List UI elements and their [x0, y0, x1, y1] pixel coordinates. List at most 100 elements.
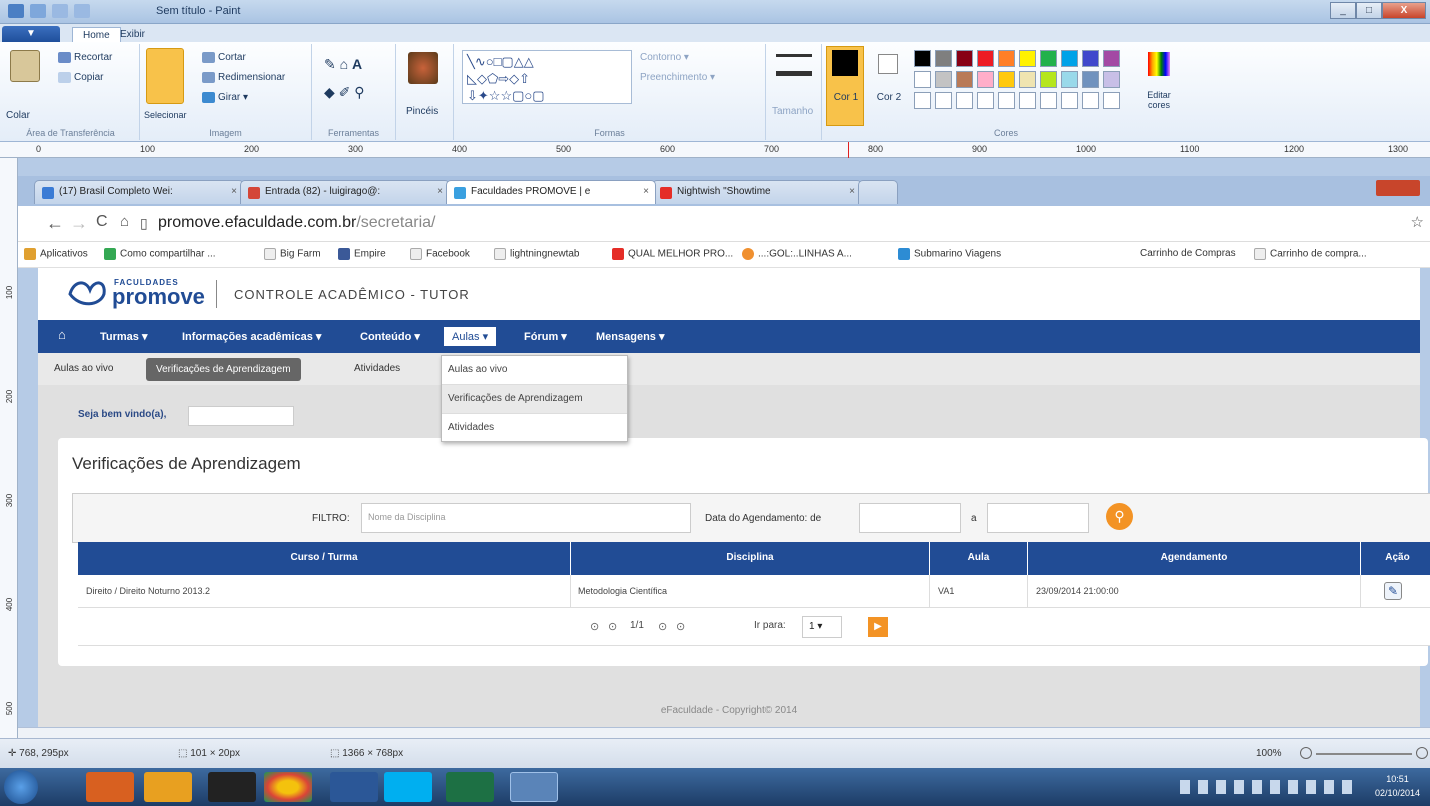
custom-color-swatch[interactable] [1019, 92, 1036, 109]
bookmark-item[interactable]: QUAL MELHOR PRO... [612, 248, 733, 260]
promove-logo[interactable]: FACULDADES promove [68, 278, 206, 310]
zoom-slider[interactable] [1316, 753, 1412, 755]
minimize-button[interactable]: _ [1330, 2, 1356, 19]
tab-close-icon[interactable]: × [643, 186, 649, 197]
excel-icon[interactable] [446, 772, 494, 802]
browser-tab-active[interactable]: Faculdades PROMOVE | e × [446, 180, 656, 204]
bookmark-item[interactable]: Big Farm [264, 248, 321, 260]
tab-close-icon[interactable]: × [231, 186, 237, 197]
palette-color-swatch[interactable] [977, 50, 994, 67]
start-button[interactable] [4, 770, 38, 804]
subnav-verificacoes[interactable]: Verificações de Aprendizagem [146, 358, 301, 381]
custom-color-swatch[interactable] [1082, 92, 1099, 109]
bookmark-star-icon[interactable]: ☆ [1411, 213, 1424, 231]
select-button[interactable] [146, 48, 184, 104]
date-from-input[interactable] [859, 503, 961, 533]
last-page-icon[interactable]: ⊙ [676, 620, 685, 633]
bookmark-item[interactable]: lightningnewtab [494, 248, 580, 260]
file-menu-button[interactable]: ▼ [2, 26, 60, 42]
bookmark-item[interactable]: Empire [338, 248, 386, 260]
palette-color-swatch[interactable] [998, 71, 1015, 88]
nav-forum[interactable]: Fórum ▾ [524, 330, 567, 343]
back-icon[interactable]: ← [46, 213, 64, 234]
palette-color-swatch[interactable] [1019, 50, 1036, 67]
custom-color-swatch[interactable] [1040, 92, 1057, 109]
palette-color-swatch[interactable] [1061, 50, 1078, 67]
edit-icon[interactable]: ✎ [1384, 582, 1402, 600]
tab-close-icon[interactable]: × [849, 186, 855, 197]
eraser-icon[interactable]: ◆ ✐ ⚲ [324, 84, 365, 101]
save-icon[interactable] [30, 4, 46, 18]
horizontal-scrollbar[interactable] [18, 727, 1430, 738]
new-tab-button[interactable] [858, 180, 898, 204]
palette-color-swatch[interactable] [1061, 71, 1078, 88]
outline-button[interactable]: Contorno ▾ [640, 52, 689, 63]
nav-mensagens[interactable]: Mensagens ▾ [596, 330, 665, 343]
paste-icon[interactable] [10, 50, 40, 82]
word-icon[interactable] [330, 772, 378, 802]
copy-button[interactable]: Copiar [58, 72, 103, 83]
nav-informacoes[interactable]: Informações acadêmicas ▾ [182, 330, 321, 343]
maximize-button[interactable]: □ [1356, 2, 1382, 19]
paint-app-icon[interactable] [8, 4, 24, 18]
palette-color-swatch[interactable] [956, 71, 973, 88]
palette-color-swatch[interactable] [1040, 71, 1057, 88]
palette-color-swatch[interactable] [977, 71, 994, 88]
palette-color-swatch[interactable] [914, 50, 931, 67]
browser-tab[interactable]: (17) Brasil Completo Wei: × [34, 180, 244, 204]
page-select[interactable]: 1 ▾ [802, 616, 842, 638]
custom-color-swatch[interactable] [1103, 92, 1120, 109]
date-to-input[interactable] [987, 503, 1089, 533]
home-icon[interactable]: ⌂ [120, 213, 129, 230]
custom-color-swatch[interactable] [956, 92, 973, 109]
outlook-icon[interactable] [144, 772, 192, 802]
palette-color-swatch[interactable] [1019, 71, 1036, 88]
tab-close-icon[interactable]: × [437, 186, 443, 197]
tray-icons[interactable] [1180, 780, 1360, 794]
bookmark-item[interactable]: Submarino Viagens [898, 248, 1001, 260]
nav-turmas[interactable]: Turmas ▾ [100, 330, 148, 343]
address-bar[interactable]: promove.efaculdade.com.br/secretaria/ [158, 214, 435, 232]
resize-button[interactable]: Redimensionar [202, 72, 285, 83]
redo-icon[interactable] [74, 4, 90, 18]
tab-view[interactable]: Exibir [110, 27, 155, 42]
palette-color-swatch[interactable] [956, 50, 973, 67]
palette-color-swatch[interactable] [914, 71, 931, 88]
edit-colors-icon[interactable] [1148, 52, 1170, 76]
search-button[interactable]: ⚲ [1106, 503, 1133, 530]
palette-color-swatch[interactable] [1103, 71, 1120, 88]
palette-color-swatch[interactable] [1082, 50, 1099, 67]
reload-icon[interactable]: C [96, 213, 108, 231]
zoom-out-icon[interactable] [1300, 747, 1312, 759]
discipline-filter-input[interactable]: Nome da Disciplina [361, 503, 691, 533]
bookmark-item[interactable]: Como compartilhar ... [104, 248, 216, 260]
taskbar-app[interactable] [208, 772, 256, 802]
forward-icon[interactable]: → [70, 213, 88, 234]
palette-color-swatch[interactable] [935, 50, 952, 67]
chrome-icon[interactable] [264, 772, 312, 802]
taskbar-app[interactable] [86, 772, 134, 802]
browser-window-controls[interactable] [1376, 180, 1420, 196]
palette-color-swatch[interactable] [1040, 50, 1057, 67]
crop-button[interactable]: Cortar [202, 52, 246, 63]
nav-aulas[interactable]: Aulas ▾ [444, 327, 497, 346]
dropdown-item-aulas-ao-vivo[interactable]: Aulas ao vivo [442, 356, 627, 385]
bookmark-item[interactable]: Carrinho de Compras [1140, 248, 1236, 259]
shapes-gallery[interactable]: ╲∿○□▢△△ ◺◇⬠⇨◇⇧ ⇩✦☆☆▢○▢ [462, 50, 632, 104]
browser-tab[interactable]: Nightwish "Showtime × [652, 180, 862, 204]
bookmark-item[interactable]: ...:GOL:..LINHAS A... [742, 248, 852, 260]
subnav-atividades[interactable]: Atividades [354, 363, 400, 374]
dropdown-item-verificacoes[interactable]: Verificações de Aprendizagem [442, 385, 627, 414]
palette-color-swatch[interactable] [998, 50, 1015, 67]
undo-icon[interactable] [52, 4, 68, 18]
home-nav-icon[interactable]: ⌂ [58, 327, 66, 342]
edit-colors-button[interactable]: Editar cores [1144, 90, 1174, 110]
go-page-button[interactable]: ▶ [868, 617, 888, 637]
color2-swatch[interactable] [878, 54, 898, 74]
bookmark-apps[interactable]: Aplicativos [24, 248, 88, 260]
paint-icon[interactable] [510, 772, 558, 802]
custom-color-swatch[interactable] [935, 92, 952, 109]
subnav-aulas-ao-vivo[interactable]: Aulas ao vivo [54, 363, 113, 374]
close-button[interactable]: X [1382, 2, 1426, 19]
custom-color-swatch[interactable] [914, 92, 931, 109]
